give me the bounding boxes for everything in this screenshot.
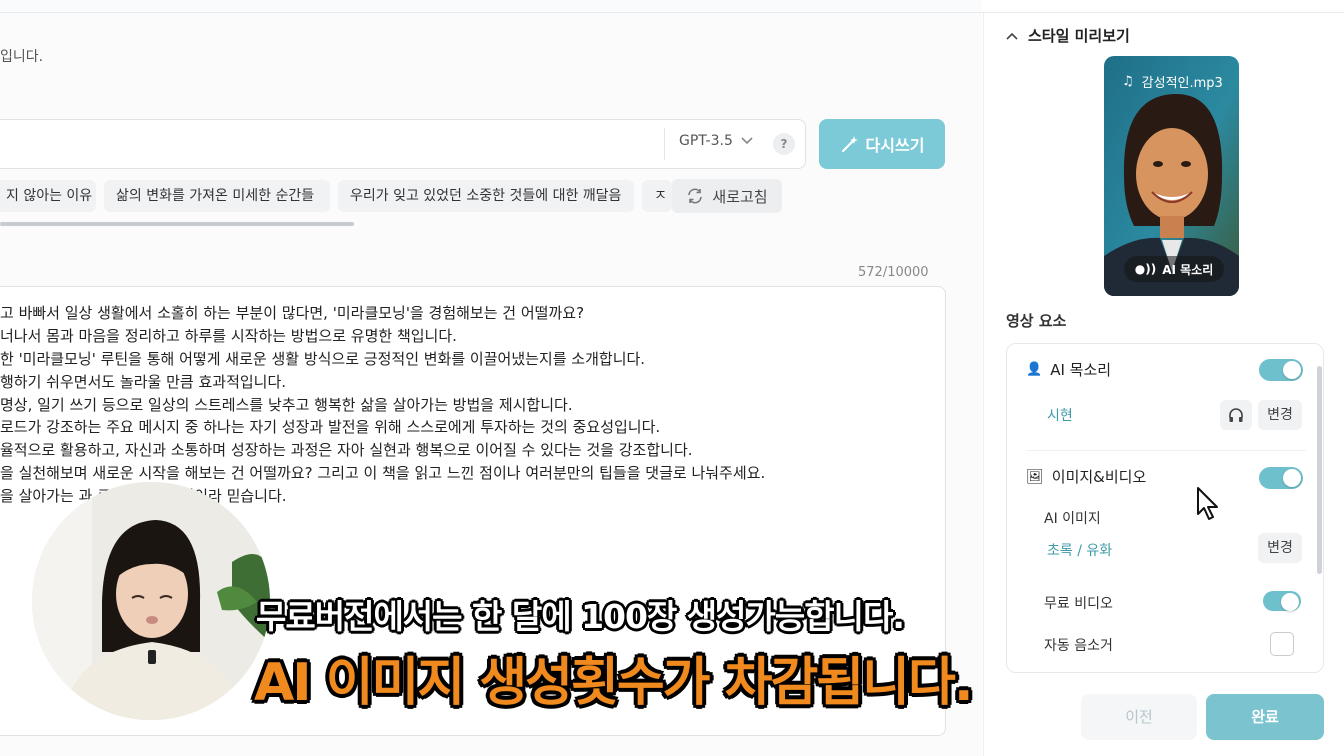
mouse-cursor-icon [1197,487,1218,520]
done-button[interactable]: 완료 [1206,694,1324,740]
topic-chip[interactable]: 지 않아는 이유 [0,180,96,212]
magic-wand-icon [841,136,858,153]
auto-mute-label: 자동 음소거 [1044,638,1113,654]
auto-mute-checkbox[interactable] [1270,632,1294,656]
image-style-name: 초록 / 유화 [1047,543,1113,559]
image-icon: 🖼 [1026,468,1044,485]
ai-voice-toggle[interactable] [1259,359,1303,381]
topic-chip[interactable]: 우리가 잊고 있었던 소중한 것들에 대한 깨달음 [338,180,634,212]
editor-line: 행하기 쉬우면서도 놀라울 만큼 효과적입니다. [0,373,287,391]
editor-line: 명상, 일기 쓰기 등으로 일상의 스트레스를 낮추고 행복한 삶을 살아가는 … [0,396,573,414]
speaker-person-icon: 👤 [1026,362,1043,377]
subtitle-line-2: AI 이미지 생성횟수가 차감됩니다. [254,653,974,713]
voice-change-button[interactable]: 변경 [1258,400,1302,430]
refresh-icon [688,188,703,204]
headphones-icon[interactable] [1220,400,1252,430]
refresh-label: 새로고침 [712,187,768,206]
editor-line: 너나서 몸과 마음을 정리하고 하루를 시작하는 방법으로 유명한 책입니다. [0,327,457,345]
headphones-glyph [1229,408,1243,422]
subtitle-line-1: 무료버전에서는 한 달에 100장 생성가능합니다. [256,597,905,636]
editor-line: 을 실천해보며 새로운 시작을 해보는 건 어떨까요? 그리고 이 책을 읽고 … [0,464,766,482]
free-video-toggle[interactable] [1263,591,1301,611]
image-video-row: 🖼 이미지&비디오 [1026,466,1146,487]
image-change-button[interactable]: 변경 [1258,533,1302,563]
model-label: GPT-3.5 [679,133,733,149]
editor-line: 한 '미라클모닝' 루틴을 통해 어떻게 새로운 생활 방식으로 긍정적인 변화… [0,350,646,368]
chevron-down-icon [741,137,753,145]
model-select[interactable]: GPT-3.5 [679,133,753,149]
music-note-icon: ♫ [1122,74,1134,89]
presenter-image [32,482,270,720]
topic-chip[interactable]: ㅈ [642,180,672,212]
prev-button[interactable]: 이전 [1081,694,1197,740]
preview-voice-badge: ●)) AI 목소리 [1124,256,1224,282]
intro-text: 입니다. [0,49,44,65]
image-video-toggle[interactable] [1259,467,1303,489]
editor-line: 율적으로 활용하고, 자신과 소통하며 성장하는 과정은 자아 실현과 행복으로… [0,441,693,459]
chevron-up-icon [1006,32,1018,40]
ai-image-label: AI 이미지 [1044,511,1101,527]
style-preview-header[interactable]: 스타일 미리보기 [1006,25,1130,46]
panel-scrollbar[interactable] [1317,366,1322,574]
preview-badge-label: AI 목소리 [1162,262,1214,277]
help-icon[interactable]: ? [773,133,795,155]
model-divider [664,128,665,160]
chip-scrollbar[interactable] [0,222,354,226]
voice-icon: ●)) [1134,262,1157,276]
preview-audio-file: ♫ 감성적인.mp3 [1122,72,1223,91]
panel-divider [1026,450,1306,451]
voice-name: 시현 [1047,408,1073,424]
rewrite-button[interactable]: 다시쓰기 [819,119,945,169]
style-preview-title: 스타일 미리보기 [1028,27,1130,45]
topic-chip[interactable]: 삶의 변화를 가져온 미세한 순간들 [104,180,330,212]
editor-line: 로드가 강조하는 주요 메시지 중 하나는 자기 성장과 발전을 위해 스스로에… [0,418,661,436]
preview-file-name: 감성적인.mp3 [1141,76,1223,91]
refresh-button[interactable]: 새로고침 [672,179,782,213]
char-counter: 572/10000 [858,265,929,280]
ai-voice-label: AI 목소리 [1050,361,1112,379]
ai-voice-row: 👤 AI 목소리 [1026,359,1111,380]
editor-line: 고 바빠서 일상 생활에서 소홀히 하는 부분이 많다면, '미라클모닝'을 경… [0,304,585,322]
image-video-label: 이미지&비디오 [1051,468,1147,486]
webcam-overlay [32,482,270,720]
rewrite-label: 다시쓰기 [865,136,925,155]
video-elements-title: 영상 요소 [1006,312,1067,330]
free-video-label: 무료 비디오 [1044,596,1113,612]
